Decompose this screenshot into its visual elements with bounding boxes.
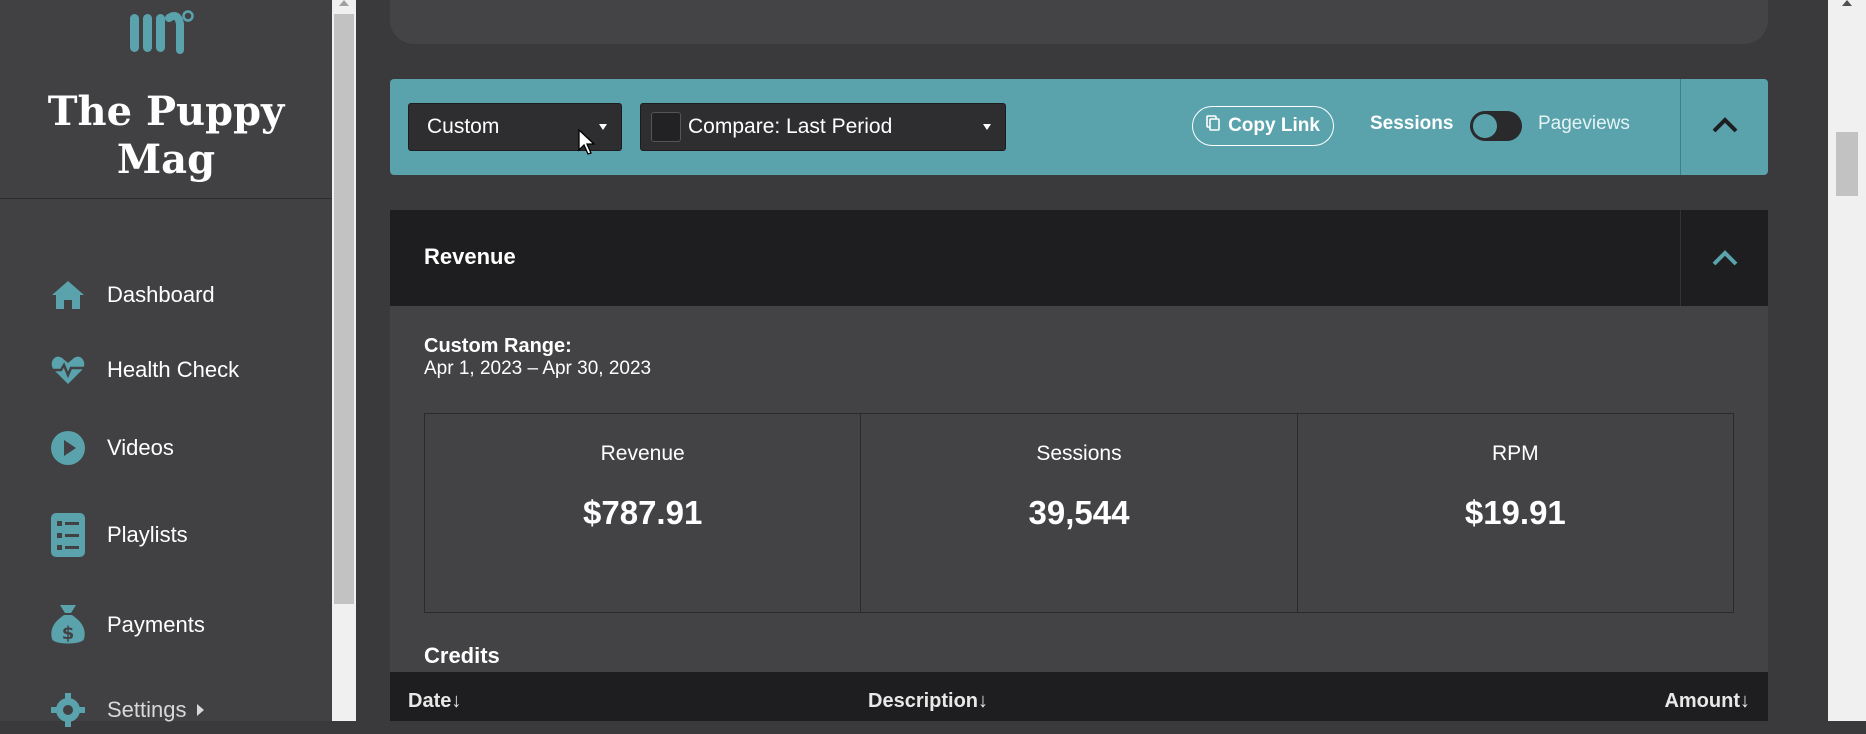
compare-value: Compare: Last Period [688, 115, 893, 138]
sidebar-item-videos[interactable]: Videos [50, 424, 174, 472]
credits-title: Credits [424, 643, 500, 668]
column-header-description[interactable]: Description↓ [868, 690, 988, 713]
toggle-knob [1473, 114, 1497, 138]
collapse-filters-button[interactable] [1682, 79, 1768, 175]
mm-logo-icon[interactable] [128, 4, 198, 61]
scroll-up-arrow-icon[interactable] [339, 0, 349, 6]
caret-down-icon [599, 124, 607, 130]
sidebar-item-label: Health Check [107, 357, 240, 382]
sidebar-item-health-check[interactable]: Health Check [50, 346, 239, 394]
svg-text:$: $ [62, 623, 75, 644]
sidebar-item-payments[interactable]: $ Payments [50, 601, 205, 649]
pageviews-label: Pageviews [1538, 113, 1630, 134]
range-title: Custom Range: [424, 335, 572, 357]
sidebar-item-settings[interactable]: Settings [50, 686, 204, 734]
collapse-revenue-button[interactable] [1682, 210, 1768, 306]
mouse-cursor-icon [578, 128, 596, 160]
copy-link-label: Copy Link [1228, 115, 1320, 136]
sidebar-item-label: Videos [107, 435, 174, 460]
sidebar: The Puppy Mag Dashboard Health Check Vid… [0, 0, 332, 727]
stat-value: $787.91 [583, 494, 703, 531]
caret-down-icon [983, 124, 991, 130]
stat-sessions: Sessions 39,544 [861, 414, 1298, 612]
top-card [390, 0, 1768, 44]
list-icon [50, 513, 86, 557]
sidebar-item-label: Settings [107, 697, 187, 722]
gear-icon [50, 688, 86, 732]
money-bag-icon: $ [50, 603, 86, 647]
metric-toggle[interactable] [1470, 111, 1522, 141]
filter-divider [1680, 79, 1681, 175]
scroll-up-arrow-icon[interactable] [1842, 0, 1852, 6]
revenue-panel: Revenue Custom Range: Apr 1, 2023 – Apr … [390, 210, 1768, 721]
column-header-amount[interactable]: Amount↓ [1664, 690, 1750, 713]
stat-value: 39,544 [1028, 494, 1130, 531]
chevron-up-icon [1712, 250, 1738, 266]
scrollbar-thumb[interactable] [1836, 132, 1858, 196]
stat-revenue: Revenue $787.91 [425, 414, 862, 612]
copy-link-button[interactable]: Copy Link [1192, 106, 1334, 146]
page-scrollbar[interactable] [1828, 0, 1866, 721]
column-header-date[interactable]: Date↓ [408, 690, 461, 713]
revenue-title: Revenue [424, 244, 516, 269]
sidebar-item-label: Dashboard [107, 282, 215, 307]
play-circle-icon [50, 426, 86, 470]
sidebar-item-playlists[interactable]: Playlists [50, 511, 188, 559]
main-content: Custom Compare: Last Period Copy Link Se… [356, 0, 1828, 721]
header-divider [1680, 210, 1681, 306]
chevron-right-icon [196, 704, 204, 716]
brand-name: The Puppy Mag [47, 88, 285, 183]
stat-rpm: RPM $19.91 [1298, 414, 1733, 612]
sidebar-item-label: Playlists [107, 522, 188, 547]
sidebar-item-dashboard[interactable]: Dashboard [50, 271, 215, 319]
scrollbar-thumb[interactable] [334, 14, 354, 604]
compare-checkbox[interactable] [651, 112, 681, 142]
compare-select[interactable]: Compare: Last Period [640, 103, 1006, 151]
heartbeat-icon [50, 348, 86, 392]
date-range-value: Custom [427, 115, 500, 138]
stat-value: $19.91 [1464, 494, 1566, 531]
credits-table-header: Date↓ Description↓ Amount↓ [390, 672, 1768, 721]
sessions-label: Sessions [1370, 113, 1454, 134]
revenue-header: Revenue [390, 210, 1768, 306]
stats-grid: Revenue $787.91 Sessions 39,544 RPM $19.… [424, 413, 1734, 613]
stat-label: Sessions [1036, 442, 1122, 465]
chevron-up-icon [1712, 117, 1738, 133]
sidebar-divider [0, 198, 332, 199]
sidebar-scrollbar[interactable] [332, 0, 356, 721]
filter-bar: Custom Compare: Last Period Copy Link Se… [390, 79, 1768, 175]
stat-label: RPM [1491, 442, 1539, 465]
home-icon [50, 273, 86, 317]
stat-label: Revenue [600, 442, 685, 465]
range-value: Apr 1, 2023 – Apr 30, 2023 [424, 358, 652, 379]
copy-icon [1206, 115, 1220, 137]
sidebar-item-label: Payments [107, 612, 205, 637]
